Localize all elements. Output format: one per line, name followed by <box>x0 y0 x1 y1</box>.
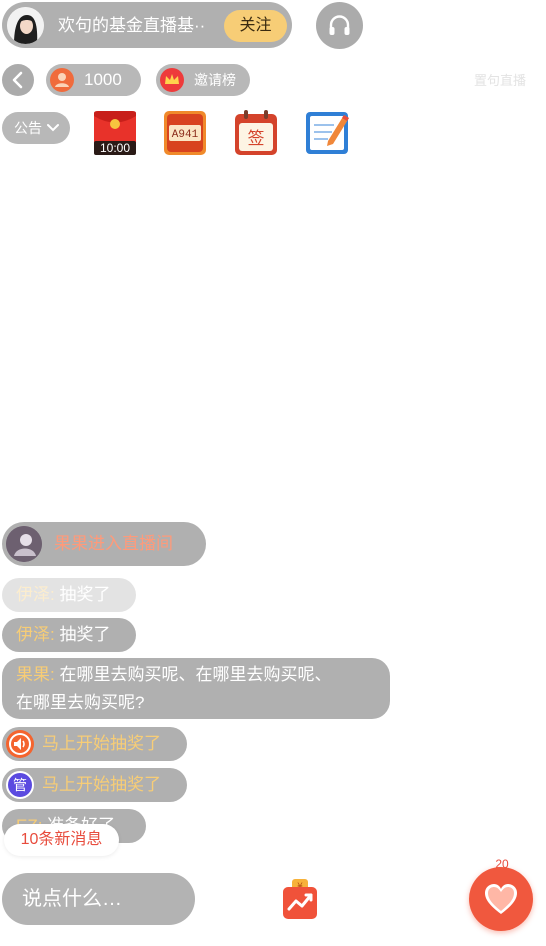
like-button[interactable] <box>469 867 533 931</box>
headphone-icon <box>329 15 350 35</box>
likes-counter[interactable]: 1000 <box>46 64 141 96</box>
message-user: 伊泽 <box>16 585 50 604</box>
sign-in-char: 签 <box>248 129 265 149</box>
user-icon <box>50 68 74 92</box>
notice-label: 公告 <box>14 120 42 136</box>
admin-message-text: 马上开始抽奖了 <box>42 775 161 794</box>
likes-count: 1000 <box>84 70 122 89</box>
watermark-text: 置句直播 <box>474 73 527 88</box>
message-text: 抽奖了 <box>59 625 111 644</box>
chat-message: 果果: 在哪里去购买呢、在哪里去购买呢、 在哪里去购买呢? <box>2 658 390 719</box>
message-user: 果果 <box>16 665 50 684</box>
speaker-icon <box>6 730 34 758</box>
chevron-down-icon <box>47 124 59 132</box>
host-avatar[interactable] <box>7 7 44 44</box>
ticket-number: A941 <box>172 129 199 141</box>
lottery-ticket-icon[interactable]: A941 <box>162 109 208 157</box>
enter-notice-text: 果果进入直播间 <box>54 534 173 553</box>
invite-ranking-button[interactable]: 邀请榜 <box>156 64 250 96</box>
message-text-line-2: 在哪里去购买呢? <box>16 693 145 712</box>
chevron-left-icon <box>12 71 23 89</box>
invite-ranking-label: 邀请榜 <box>194 72 236 88</box>
admin-badge: 管 <box>6 771 34 799</box>
follow-button[interactable]: 关注 <box>224 10 287 42</box>
announcement-text: 马上开始抽奖了 <box>42 734 161 753</box>
red-envelope-icon[interactable]: 10:00 <box>92 109 138 157</box>
chat-message: 伊泽: 抽奖了 <box>2 618 136 652</box>
calendar-icon[interactable]: 签 <box>233 109 279 157</box>
product-trend-button[interactable]: ¥ <box>282 877 318 921</box>
comment-input[interactable]: 说点什么… <box>2 873 195 925</box>
comment-placeholder: 说点什么… <box>22 888 122 910</box>
system-announcement: 马上开始抽奖了 <box>2 727 187 761</box>
admin-message: 管 马上开始抽奖了 <box>2 768 187 802</box>
user-enter-notice: 果果进入直播间 <box>2 522 206 566</box>
host-name: 欢句的基金直播基·· <box>58 16 206 35</box>
heart-icon <box>485 884 517 914</box>
notice-button[interactable]: 公告 <box>2 112 70 144</box>
audio-mode-button[interactable] <box>316 2 363 49</box>
message-text: 抽奖了 <box>59 585 111 604</box>
chat-message: 伊泽: 抽奖了 <box>2 578 136 612</box>
avatar[interactable] <box>6 526 42 562</box>
message-text-line-1: 在哪里去购买呢、在哪里去购买呢、 <box>59 665 332 684</box>
envelope-time: 10:00 <box>100 141 130 155</box>
notepad-icon[interactable] <box>304 109 350 157</box>
new-messages-button[interactable]: 10条新消息 <box>4 824 119 856</box>
host-info-pill[interactable]: 欢句的基金直播基·· 关注 <box>2 2 292 48</box>
back-button[interactable] <box>2 64 34 96</box>
message-user: 伊泽 <box>16 625 50 644</box>
trend-gift-icon: ¥ <box>283 879 317 919</box>
crown-icon <box>160 68 184 92</box>
